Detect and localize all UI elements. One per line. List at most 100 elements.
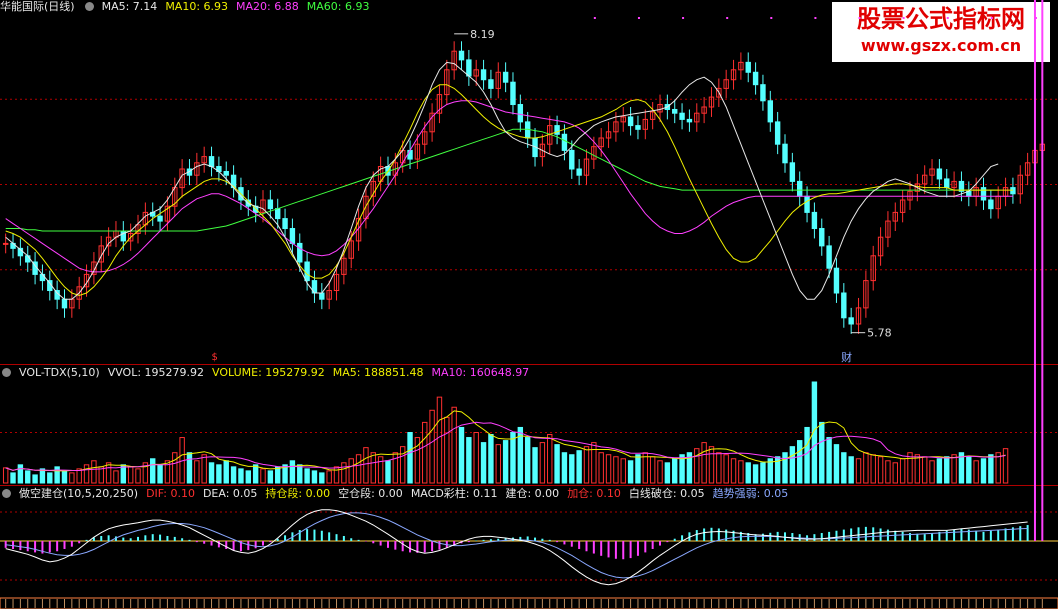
volume-bar (2, 467, 9, 484)
volume-bar (833, 444, 840, 484)
candle (502, 71, 509, 83)
candle (841, 292, 847, 319)
top-dot (726, 17, 729, 19)
volume-bar (723, 454, 729, 484)
candle (1010, 187, 1016, 195)
top-dot (682, 17, 685, 19)
volume-bar (635, 454, 641, 484)
volume-bar (47, 472, 53, 484)
candle (789, 162, 796, 182)
volume-bar (716, 452, 722, 484)
volume-bar (804, 426, 810, 484)
volume-bar (885, 460, 891, 484)
top-dot (637, 17, 640, 19)
volume-bar (267, 470, 274, 484)
high-label: 8.19 (470, 28, 495, 41)
volume-bar (363, 447, 369, 484)
top-dot (593, 17, 596, 19)
volume-bar (819, 421, 825, 484)
volume-bar (201, 454, 207, 484)
top-dot (858, 17, 861, 19)
candle (510, 81, 516, 106)
volume-bar (848, 456, 854, 484)
volume-bar (796, 440, 803, 484)
volume-bar (304, 468, 310, 484)
volume-bar (502, 440, 509, 484)
candle (304, 261, 310, 282)
candle (208, 156, 215, 168)
volume-bar (172, 452, 178, 484)
volume-bar (61, 470, 68, 484)
volume-bar (583, 446, 590, 484)
volume-bar (54, 466, 60, 484)
candle (686, 118, 693, 123)
volume-bar (495, 444, 501, 484)
volume-bar (208, 462, 215, 484)
volume-bar (591, 442, 597, 484)
volume-bar (370, 452, 376, 484)
volume-bar (944, 456, 950, 484)
volume-bar (297, 464, 303, 484)
volume-bar (539, 442, 546, 484)
volume-bar (863, 452, 869, 484)
volume-bar (738, 460, 744, 484)
time-axis (0, 597, 1058, 609)
volume-bar (914, 454, 921, 484)
volume-bar (260, 468, 266, 484)
candle (826, 245, 832, 269)
volume-bar (613, 456, 619, 484)
stock-chart[interactable]: 8.19 5.78 $ 财 (0, 0, 1058, 609)
volume-bar (569, 454, 575, 484)
volume-bar (730, 458, 737, 484)
candle (289, 228, 296, 244)
volume-bar (657, 460, 663, 484)
volume-bar (598, 452, 604, 484)
volume-bar (561, 452, 568, 484)
candle (561, 133, 568, 151)
top-dot (946, 17, 949, 19)
volume-bar (32, 474, 38, 484)
candle (576, 168, 582, 176)
volume-bar (127, 466, 134, 484)
candle (157, 215, 163, 222)
volume-bar (929, 460, 935, 484)
finance-marker: 财 (841, 350, 852, 364)
candle (297, 242, 303, 263)
volume-bar (907, 452, 913, 484)
candle (407, 149, 413, 160)
dollar-marker: $ (212, 352, 218, 363)
volume-bar (488, 434, 494, 484)
candle (833, 267, 840, 294)
ma20-line (5, 100, 1013, 273)
candle (782, 143, 788, 164)
volume-bar (135, 468, 141, 484)
volume-bar (973, 460, 979, 484)
candle (745, 61, 751, 73)
candle (819, 228, 825, 247)
volume-bar (392, 452, 399, 484)
volume-bar (627, 460, 634, 484)
volume-bar (186, 452, 193, 484)
candle (767, 100, 774, 123)
volume-bar (319, 472, 325, 484)
volume-bar (216, 464, 222, 484)
volume-bar (921, 456, 928, 484)
volume-bar (150, 458, 156, 484)
volume-bar (877, 456, 884, 484)
volume-bar (892, 462, 898, 484)
top-dot (990, 17, 993, 19)
candle (679, 112, 685, 120)
volume-bar (69, 472, 75, 484)
candle (319, 292, 325, 300)
volume-bar (223, 460, 229, 484)
candle (944, 178, 950, 189)
volume-bar (752, 464, 759, 484)
volume-bar (422, 421, 428, 484)
volume-bar (333, 466, 340, 484)
volume-bar (480, 442, 487, 484)
volume-bar (649, 456, 656, 484)
candle (672, 108, 678, 114)
volume-bar (782, 452, 788, 484)
candle (752, 71, 759, 86)
volume-bar (980, 458, 987, 484)
